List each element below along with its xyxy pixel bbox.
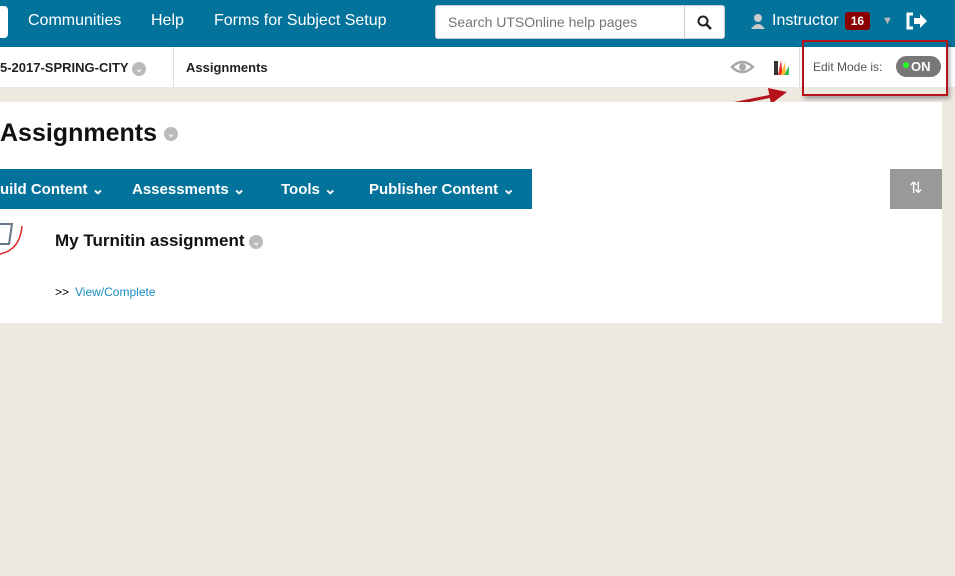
item-title[interactable]: My Turnitin assignment ⌄ (55, 231, 264, 251)
item-link-row: >> View/Complete (55, 285, 156, 299)
item-title-text: My Turnitin assignment (55, 231, 245, 250)
link-prefix: >> (55, 285, 70, 299)
menu-assessments[interactable]: Assessments ⌄ (132, 180, 245, 198)
menu-label: Assessments (132, 181, 229, 198)
chevron-down-icon[interactable]: ⌄ (163, 127, 178, 142)
page-title: Assignments ⌄ (0, 119, 178, 148)
view-complete-link[interactable]: View/Complete (75, 285, 155, 299)
title-text: Assignments (0, 119, 157, 147)
chevron-down-icon[interactable]: ⌄ (249, 234, 264, 249)
menu-publisher-content[interactable]: Publisher Content ⌄ (369, 180, 515, 198)
menu-build-content[interactable]: uild Content ⌄ (0, 180, 104, 198)
content-panel: Assignments ⌄ uild Content ⌄ Assessments… (0, 102, 942, 323)
reorder-button[interactable]: ⇅ (890, 169, 942, 209)
sort-icon: ⇅ (909, 180, 923, 197)
menu-label: Tools (281, 181, 320, 198)
menu-label: uild Content (0, 181, 88, 198)
action-bar: uild Content ⌄ Assessments ⌄ Tools ⌄ Pub… (0, 169, 532, 209)
menu-tools[interactable]: Tools ⌄ (281, 180, 337, 198)
menu-label: Publisher Content (369, 181, 499, 198)
turnitin-icon (0, 223, 23, 255)
